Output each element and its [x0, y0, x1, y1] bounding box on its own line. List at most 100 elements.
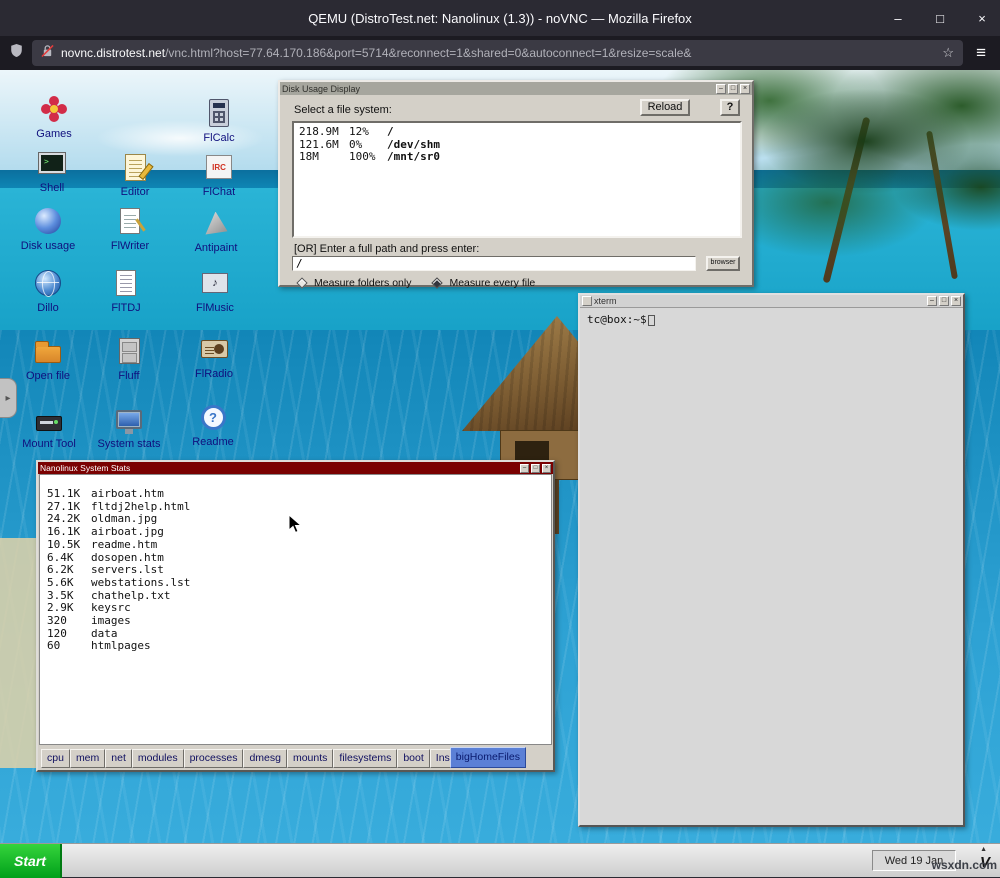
- tab-mounts[interactable]: mounts: [287, 749, 333, 768]
- tab-cpu[interactable]: cpu: [41, 749, 70, 768]
- radio-icon: [181, 332, 247, 366]
- mount-device-icon: [16, 402, 82, 436]
- fs-mountpoint: /: [387, 126, 394, 139]
- desktop-icon-fluff[interactable]: Fluff: [96, 334, 162, 382]
- window-controls: – □ ×: [890, 0, 990, 36]
- minimize-button[interactable]: –: [890, 11, 906, 26]
- minimize-button[interactable]: –: [927, 296, 937, 306]
- desktop-icon-disk-usage[interactable]: Disk usage: [15, 204, 81, 252]
- file-size: 5.6K: [47, 577, 91, 590]
- desktop-icon-flcalc[interactable]: FlCalc: [186, 96, 252, 144]
- terminal-output[interactable]: tc@box:~$: [580, 308, 963, 825]
- file-row[interactable]: 5.6Kwebstations.lst: [47, 577, 551, 590]
- tab-processes[interactable]: processes: [184, 749, 244, 768]
- desktop-icon-label: FlWriter: [97, 240, 163, 252]
- filesystem-row[interactable]: 218.9M 12% /: [299, 126, 735, 139]
- desktop-icon-dillo[interactable]: Dillo: [15, 266, 81, 314]
- desktop-icon-mount-tool[interactable]: Mount Tool: [16, 402, 82, 450]
- close-button[interactable]: ×: [951, 296, 961, 306]
- minimize-button[interactable]: –: [716, 84, 726, 94]
- novnc-controlbar-handle[interactable]: ▸: [0, 378, 17, 418]
- desktop-icon-label: Fluff: [96, 370, 162, 382]
- tab-ins[interactable]: Ins: [430, 749, 451, 768]
- close-button[interactable]: ×: [542, 464, 551, 473]
- fs-percent: 12%: [349, 126, 387, 139]
- tab-modules[interactable]: modules: [132, 749, 184, 768]
- tab-mem[interactable]: mem: [70, 749, 105, 768]
- measure-mode-radios: Measure folders only Measure every file: [298, 277, 535, 289]
- xterm-window[interactable]: xterm – □ × tc@box:~$: [578, 293, 965, 827]
- tab-boot[interactable]: boot: [397, 749, 429, 768]
- maximize-button[interactable]: □: [531, 464, 540, 473]
- desktop-icon-editor[interactable]: Editor: [102, 150, 168, 198]
- filesystem-list[interactable]: 218.9M 12% / 121.6M 0% /dev/shm 18M 100%…: [292, 121, 742, 238]
- window-title: QEMU (DistroTest.net: Nanolinux (1.3)) -…: [308, 11, 692, 26]
- desktop-icon-flradio[interactable]: FlRadio: [181, 332, 247, 380]
- file-row[interactable]: 60htmlpages: [47, 640, 551, 653]
- file-row[interactable]: 51.1Kairboat.htm: [47, 488, 551, 501]
- stats-tabbar: cpu mem net modules processes dmesg moun…: [38, 745, 553, 770]
- hamburger-menu-icon[interactable]: ≡: [972, 43, 990, 63]
- desktop-icon-label: Dillo: [15, 302, 81, 314]
- desktop-icon-label: FlCalc: [186, 132, 252, 144]
- shield-icon[interactable]: [10, 43, 23, 63]
- system-stats-window[interactable]: Nanolinux System Stats – □ × 51.1Kairboa…: [36, 460, 555, 772]
- radio-diamond-icon[interactable]: [432, 277, 443, 288]
- bookmark-star-icon[interactable]: ☆: [942, 45, 954, 61]
- desktop-icon-label: FlMusic: [182, 302, 248, 314]
- minimize-button[interactable]: –: [520, 464, 529, 473]
- tab-dmesg[interactable]: dmesg: [243, 749, 287, 768]
- fs-size: 218.9M: [299, 126, 349, 139]
- disk-usage-window[interactable]: Disk Usage Display – □ × Select a file s…: [278, 80, 754, 287]
- stats-titlebar[interactable]: Nanolinux System Stats – □ ×: [38, 462, 553, 474]
- xterm-titlebar[interactable]: xterm – □ ×: [580, 295, 963, 308]
- maximize-button[interactable]: □: [939, 296, 949, 306]
- maximize-button[interactable]: □: [932, 11, 948, 26]
- desktop-icon-flchat[interactable]: IRC FlChat: [186, 150, 252, 198]
- file-size: 16.1K: [47, 526, 91, 539]
- start-button[interactable]: Start: [0, 844, 62, 878]
- desktop-icon-label: System stats: [96, 438, 162, 450]
- url-bar[interactable]: novnc.distrotest.net/vnc.html?host=77.64…: [32, 40, 963, 66]
- xterm-title: xterm: [594, 296, 925, 306]
- watermark: wsxdn.com: [932, 858, 997, 872]
- reload-button[interactable]: Reload: [640, 99, 690, 116]
- radio-measure-folders[interactable]: Measure folders only: [298, 277, 411, 289]
- file-row[interactable]: 10.5Kreadme.htm: [47, 539, 551, 552]
- window-menu-icon[interactable]: [582, 296, 592, 306]
- url-text[interactable]: novnc.distrotest.net/vnc.html?host=77.64…: [61, 46, 935, 60]
- desktop-icon-label: Disk usage: [15, 240, 81, 252]
- close-button[interactable]: ×: [974, 11, 990, 26]
- desktop-icon-open-file[interactable]: Open file: [15, 334, 81, 382]
- tab-net[interactable]: net: [105, 749, 132, 768]
- desktop-icon-flwriter[interactable]: FlWriter: [97, 204, 163, 252]
- desktop-icon-games[interactable]: Games: [21, 92, 87, 140]
- maximize-button[interactable]: □: [728, 84, 738, 94]
- fs-size: 18M: [299, 151, 349, 164]
- radio-measure-every-file[interactable]: Measure every file: [433, 277, 535, 289]
- radio-label: Measure every file: [449, 277, 535, 289]
- monitor-icon: [96, 402, 162, 436]
- path-input[interactable]: [292, 256, 696, 271]
- tab-filesystems[interactable]: filesystems: [333, 749, 397, 768]
- vnc-desktop[interactable]: Games FlCalc Shell Editor IRC FlChat Dis…: [0, 70, 1000, 843]
- desktop-icon-fltdj[interactable]: FlTDJ: [93, 266, 159, 314]
- filesystem-row[interactable]: 18M 100% /mnt/sr0: [299, 151, 735, 164]
- desktop-icon-shell[interactable]: Shell: [19, 146, 85, 194]
- help-button[interactable]: ?: [720, 99, 740, 116]
- disk-window-titlebar[interactable]: Disk Usage Display – □ ×: [280, 82, 752, 95]
- mouse-cursor: [288, 514, 302, 539]
- browse-button[interactable]: browser: [706, 256, 740, 271]
- insecure-lock-icon[interactable]: [41, 44, 54, 63]
- close-button[interactable]: ×: [740, 84, 750, 94]
- file-row[interactable]: 320images: [47, 615, 551, 628]
- desktop-icon-antipaint[interactable]: Antipaint: [183, 206, 249, 254]
- desktop-icon-flmusic[interactable]: FlMusic: [182, 266, 248, 314]
- tray-arrow-icon[interactable]: ▲: [980, 846, 987, 853]
- desktop-icon-system-stats[interactable]: System stats: [96, 402, 162, 450]
- tab-bighomefiles[interactable]: bigHomeFiles: [450, 747, 526, 768]
- desktop-icon-label: Open file: [15, 370, 81, 382]
- desktop-icon-readme[interactable]: Readme: [180, 400, 246, 448]
- shell-prompt: tc@box:~$: [587, 313, 647, 326]
- radio-diamond-icon[interactable]: [296, 277, 307, 288]
